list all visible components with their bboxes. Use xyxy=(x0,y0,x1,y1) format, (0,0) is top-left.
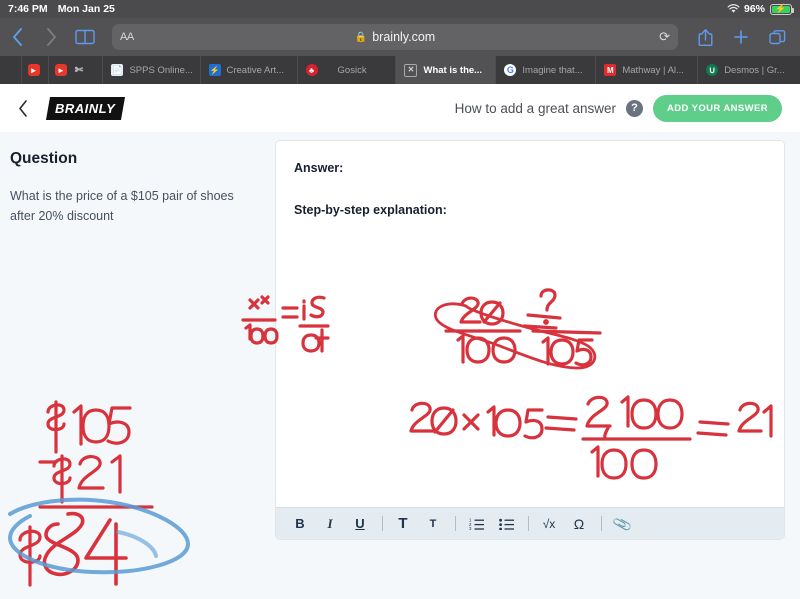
youtube-icon: ► xyxy=(55,64,67,76)
toolbar-divider xyxy=(382,516,383,531)
browser-tab[interactable] xyxy=(0,56,22,84)
answer-editor-body[interactable]: Answer: Step-by-step explanation: xyxy=(276,141,784,507)
status-left: 7:46 PM Mon Jan 25 xyxy=(0,3,115,15)
heading-small-button[interactable]: T xyxy=(423,513,443,535)
document-icon: 📄 xyxy=(111,64,124,76)
question-panel: Question What is the price of a $105 pai… xyxy=(0,132,270,226)
text-size-button[interactable]: AA xyxy=(120,31,134,43)
share-button[interactable] xyxy=(688,22,722,52)
gosick-icon: ♣ xyxy=(305,64,318,76)
tab-strip: ► ► ✄ 📄 SPPS Online... ⚡ Creative Art...… xyxy=(0,56,800,84)
battery-percent-label: 96% xyxy=(743,3,765,15)
bold-button[interactable]: B xyxy=(290,513,310,535)
browser-tab-gosick[interactable]: ♣ Gosick xyxy=(297,56,397,84)
answer-label: Answer: xyxy=(294,161,344,175)
browser-tab-spps[interactable]: 📄 SPPS Online... xyxy=(103,56,201,84)
youtube-icon: ► xyxy=(27,64,40,76)
toolbar-divider xyxy=(601,516,602,531)
question-heading: Question xyxy=(10,150,78,167)
battery-charging-icon: ⚡ xyxy=(770,3,794,15)
url-text: brainly.com xyxy=(372,30,436,44)
reader-view-button[interactable] xyxy=(68,22,102,52)
brainly-page: BRAINLY How to add a great answer ? ADD … xyxy=(0,84,800,599)
brainly-logo-text: BRAINLY xyxy=(55,100,116,116)
answer-editor-card: Answer: Step-by-step explanation: B I U … xyxy=(275,140,785,540)
reload-button[interactable]: ⟳ xyxy=(659,29,670,45)
tab-title: Gosick xyxy=(337,64,367,76)
new-tab-button[interactable] xyxy=(724,22,758,52)
editor-spacer xyxy=(294,175,766,203)
symbol-button[interactable]: Ω xyxy=(569,513,589,535)
google-icon: G xyxy=(504,64,517,76)
header-actions: How to add a great answer ? ADD YOUR ANS… xyxy=(455,94,782,122)
scissors-icon: ✄ xyxy=(74,64,84,76)
browser-actions xyxy=(688,22,800,52)
browser-tab-desmos[interactable]: ∪ Desmos | Gr... xyxy=(698,56,800,84)
url-display: 🔒 brainly.com xyxy=(112,30,678,44)
ios-status-bar: 7:46 PM Mon Jan 25 96% ⚡ xyxy=(0,0,800,18)
attachment-button[interactable]: 📎 xyxy=(609,510,635,538)
svg-text:3: 3 xyxy=(469,526,472,530)
browser-toolbar: AA 🔒 brainly.com ⟳ xyxy=(0,18,800,56)
mathway-icon: M xyxy=(604,64,617,76)
back-button[interactable] xyxy=(0,22,34,52)
page-header: BRAINLY How to add a great answer ? ADD … xyxy=(0,84,800,132)
tab-title: Creative Art... xyxy=(226,64,285,76)
tab-title: Imagine that... xyxy=(522,64,583,76)
status-time: 7:46 PM xyxy=(8,3,48,15)
wifi-icon xyxy=(727,4,740,14)
browser-tab-creative-art[interactable]: ⚡ Creative Art... xyxy=(200,56,298,84)
brainly-logo[interactable]: BRAINLY xyxy=(45,96,126,120)
question-text: What is the price of a $105 pair of shoe… xyxy=(10,189,234,223)
math-button[interactable]: √x xyxy=(539,513,559,535)
lock-icon: 🔒 xyxy=(354,31,368,43)
browser-tab[interactable]: ► ✄ xyxy=(49,56,104,84)
tab-title: SPPS Online... xyxy=(129,64,193,76)
forward-button[interactable] xyxy=(34,22,68,52)
browser-tab-mathway[interactable]: M Mathway | Al... xyxy=(596,56,699,84)
desmos-icon: ∪ xyxy=(706,64,719,76)
status-right: 96% ⚡ xyxy=(727,3,800,15)
browser-tab-active-question[interactable]: ✕ What is the... xyxy=(396,56,497,84)
page-content: Question What is the price of a $105 pai… xyxy=(0,132,800,599)
status-date: Mon Jan 25 xyxy=(57,3,115,15)
unordered-list-button[interactable] xyxy=(496,513,516,535)
how-to-link[interactable]: How to add a great answer xyxy=(455,101,616,116)
screen: 7:46 PM Mon Jan 25 96% ⚡ AA 🔒 brainly.co… xyxy=(0,0,800,599)
ink-blue-circle xyxy=(7,497,191,575)
browser-tab[interactable]: ► xyxy=(21,56,49,84)
ink-subtraction-work xyxy=(18,400,154,587)
tab-title: Mathway | Al... xyxy=(622,64,684,76)
close-icon[interactable]: ✕ xyxy=(404,63,418,77)
italic-button[interactable]: I xyxy=(320,513,340,535)
question-mark-icon[interactable]: ? xyxy=(625,99,643,117)
page-back-button[interactable] xyxy=(18,99,42,117)
ordered-list-button[interactable]: 123 xyxy=(466,513,486,535)
underline-button[interactable]: U xyxy=(350,513,370,535)
address-bar[interactable]: AA 🔒 brainly.com ⟳ xyxy=(112,24,678,50)
toolbar-divider xyxy=(528,516,529,531)
tab-title: What is the... xyxy=(423,64,483,76)
tab-title: Desmos | Gr... xyxy=(724,64,785,76)
tabs-overview-button[interactable] xyxy=(760,22,794,52)
editor-toolbar: B I U T T 123 √x Ω 📎 xyxy=(276,507,784,539)
explanation-label: Step-by-step explanation: xyxy=(294,203,447,217)
creative-icon: ⚡ xyxy=(208,64,221,76)
browser-tab-imagine[interactable]: G Imagine that... xyxy=(496,56,597,84)
heading-large-button[interactable]: T xyxy=(393,513,413,535)
add-your-answer-button[interactable]: ADD YOUR ANSWER xyxy=(652,94,782,122)
toolbar-divider xyxy=(455,516,456,531)
